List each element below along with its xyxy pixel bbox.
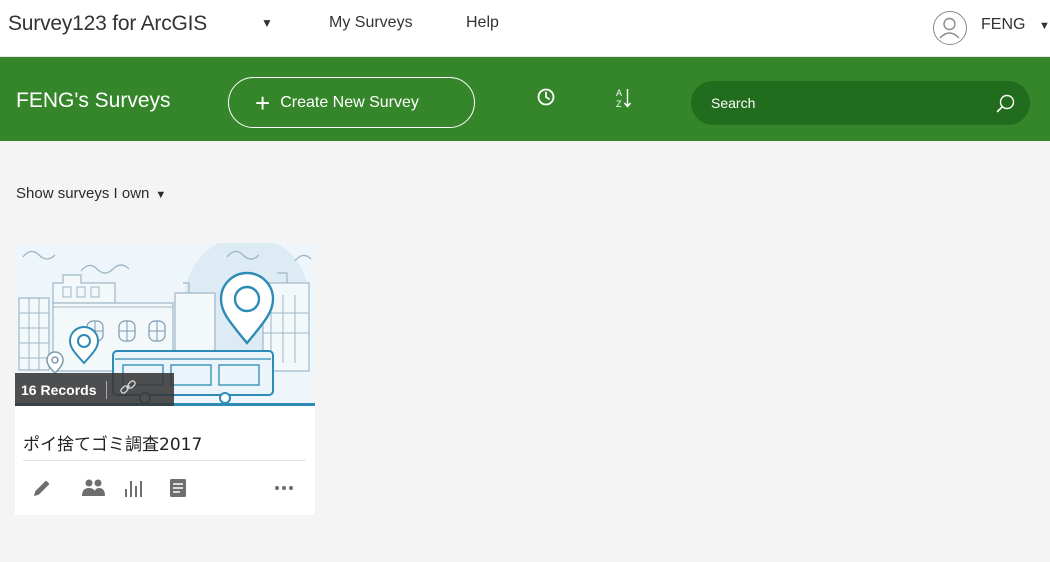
link-icon[interactable]: [119, 378, 137, 401]
caret-down-icon[interactable]: ▼: [261, 16, 273, 30]
plus-icon: +: [255, 87, 271, 118]
surveys-header: FENG's Surveys + Create New Survey A Z: [0, 57, 1050, 141]
badge-divider: [106, 380, 108, 399]
records-count: 16 Records: [21, 381, 97, 398]
clock-icon[interactable]: [536, 87, 556, 112]
caret-down-icon: ▼: [155, 189, 167, 201]
edit-icon[interactable]: [31, 477, 53, 504]
create-new-survey-label: Create New Survey: [280, 93, 419, 111]
search-box[interactable]: [691, 81, 1030, 125]
user-avatar-icon[interactable]: [933, 11, 967, 45]
records-badge[interactable]: 16 Records: [15, 373, 174, 406]
survey-card[interactable]: 16 Records ポイ捨てゴミ調査2017: [15, 243, 315, 515]
search-icon[interactable]: [995, 93, 1017, 120]
survey-filter-dropdown[interactable]: Show surveys I own ▼: [16, 185, 166, 202]
search-input[interactable]: [711, 92, 971, 114]
nav-my-surveys[interactable]: My Surveys: [329, 14, 413, 32]
people-icon[interactable]: [80, 477, 106, 504]
app-title[interactable]: Survey123 for ArcGIS: [8, 12, 207, 36]
survey-filter-label: Show surveys I own: [16, 185, 150, 202]
survey-title[interactable]: ポイ捨てゴミ調査2017: [23, 430, 202, 455]
nav-help[interactable]: Help: [466, 14, 499, 32]
svg-text:A: A: [616, 88, 622, 98]
survey-thumbnail[interactable]: 16 Records: [15, 243, 315, 406]
card-divider: [23, 460, 306, 461]
sort-az-icon[interactable]: A Z: [616, 87, 632, 111]
page-title: FENG's Surveys: [16, 89, 171, 112]
analyze-icon[interactable]: [122, 477, 146, 504]
top-nav-bar: Survey123 for ArcGIS ▼ My Surveys Help F…: [0, 0, 1050, 57]
create-new-survey-button[interactable]: + Create New Survey: [228, 77, 475, 128]
user-name[interactable]: FENG: [981, 16, 1025, 34]
svg-text:Z: Z: [616, 99, 622, 109]
user-caret-down-icon[interactable]: ▼: [1039, 20, 1050, 32]
data-icon[interactable]: [167, 477, 189, 504]
more-icon[interactable]: [273, 481, 295, 499]
survey-actions: [15, 473, 315, 503]
